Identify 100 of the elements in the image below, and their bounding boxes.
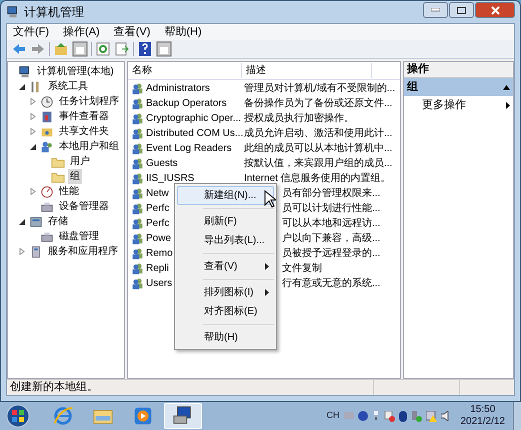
start-button[interactable] <box>6 404 30 428</box>
group-description: 文件复制 <box>282 262 322 276</box>
users-icon <box>131 172 144 185</box>
submenu-arrow-icon <box>506 102 510 108</box>
status-text: 创建新的本地组。 <box>9 380 99 396</box>
group-name[interactable]: Cryptographic Oper... <box>146 111 242 126</box>
tool-icon <box>40 200 54 214</box>
menu-item[interactable]: 查看(V) <box>177 257 274 276</box>
group-name[interactable]: Perfc <box>146 201 170 216</box>
tree-item[interactable]: 性能 <box>57 184 81 199</box>
flag-icon[interactable] <box>384 410 394 422</box>
menu-item[interactable]: 帮助(H) <box>177 328 274 347</box>
refresh-icon[interactable] <box>95 41 111 57</box>
window-icon[interactable] <box>72 41 88 57</box>
tree-item[interactable]: 系统工具 <box>46 79 90 94</box>
collapsed-arrow-icon[interactable] <box>19 248 25 255</box>
tool-icon <box>40 184 54 198</box>
warning-icon[interactable] <box>426 410 436 422</box>
forward-icon[interactable] <box>30 41 46 57</box>
tree-item[interactable]: 任务计划程序 <box>57 94 121 109</box>
users-icon <box>131 187 144 200</box>
group-description: 备份操作员为了备份或还原文件... <box>243 96 392 111</box>
group-name[interactable]: Perfc <box>146 216 170 231</box>
export-icon[interactable] <box>114 41 130 57</box>
group-description: Internet 信息服务使用的内置组。 <box>243 172 391 186</box>
menu-item[interactable]: 帮助(H) <box>164 24 202 40</box>
group-name[interactable]: Powe <box>146 231 172 246</box>
expanded-arrow-icon[interactable] <box>30 143 36 150</box>
group-name[interactable]: Event Log Readers <box>146 141 232 156</box>
group-name[interactable]: Remo <box>146 246 173 261</box>
tree-item[interactable]: 计算机管理(本地) <box>35 64 116 79</box>
minimize-icon <box>431 8 440 12</box>
group-description: 此组的成员可以从本地计算机中... <box>243 142 392 156</box>
tree-item[interactable]: 本地用户和组 <box>57 139 121 154</box>
group-name[interactable]: Guests <box>146 156 178 171</box>
menu-item[interactable]: 操作(A) <box>63 24 100 40</box>
menu-item[interactable]: 刷新(F) <box>177 212 274 231</box>
action-item[interactable]: 更多操作 <box>404 96 513 114</box>
language-indicator[interactable]: CH <box>326 409 340 423</box>
collapsed-arrow-icon[interactable] <box>30 128 36 135</box>
users-icon <box>131 202 144 215</box>
users-icon <box>131 82 144 95</box>
browser-icon <box>52 405 74 427</box>
clock[interactable]: 15:50 2021/2/12 <box>460 404 505 428</box>
users-icon <box>131 232 144 245</box>
tree-item[interactable]: 事件查看器 <box>57 109 111 124</box>
actions-section[interactable]: 组 <box>404 78 513 96</box>
mouse-cursor-icon <box>264 190 276 208</box>
collapsed-arrow-icon[interactable] <box>30 98 36 105</box>
group-description: 成员允许启动、激活和使用此计... <box>243 126 392 141</box>
tool-icon <box>40 230 54 244</box>
menu-item[interactable]: 对齐图标(E) <box>177 302 274 321</box>
group-name[interactable]: IIS_IUSRS <box>146 171 194 186</box>
back-icon[interactable] <box>11 41 27 57</box>
group-name[interactable]: Administrators <box>146 81 210 96</box>
tree-item[interactable]: 存储 <box>46 214 70 229</box>
users-icon <box>131 127 144 140</box>
tree-item[interactable]: 磁盘管理 <box>57 229 101 244</box>
show-desktop-button[interactable] <box>513 402 521 430</box>
window-title: 计算机管理 <box>24 4 84 21</box>
tree-item[interactable]: 共享文件夹 <box>57 124 111 139</box>
minimize-button[interactable] <box>423 2 448 18</box>
menu-item[interactable]: 文件(F) <box>13 24 50 40</box>
collapsed-arrow-icon[interactable] <box>30 188 36 195</box>
group-description: 授权成员执行加密操作。 <box>243 112 354 126</box>
group-name[interactable]: Distributed COM Us... <box>146 126 244 141</box>
tool-icon <box>29 244 43 258</box>
window-icon[interactable] <box>156 41 172 57</box>
group-description: 员被授予远程登录的... <box>282 246 380 261</box>
close-button[interactable] <box>475 2 515 18</box>
column-header[interactable]: 描述 <box>242 63 372 78</box>
group-description: 可以从本地和远程访... <box>282 216 380 231</box>
tree-item[interactable]: 设备管理器 <box>57 199 111 214</box>
expanded-arrow-icon[interactable] <box>19 83 25 90</box>
group-description: 行有意或无意的系统... <box>282 276 380 291</box>
collapsed-arrow-icon[interactable] <box>30 113 36 120</box>
menu-item[interactable]: 导出列表(L)... <box>177 231 274 250</box>
up-folder-icon[interactable] <box>53 41 69 57</box>
group-name[interactable]: Netw <box>146 186 169 201</box>
group-name[interactable]: Users <box>146 276 172 291</box>
menu-item[interactable]: 排列图标(I) <box>177 283 274 302</box>
taskbar-button[interactable] <box>164 403 202 429</box>
tree-item[interactable]: 组 <box>68 169 82 184</box>
menu-item[interactable]: 查看(V) <box>114 24 150 40</box>
media-player-icon <box>132 405 154 427</box>
group-name[interactable]: Repli <box>146 261 169 276</box>
group-description: 员有部分管理权限来... <box>282 186 380 201</box>
close-icon <box>490 6 500 14</box>
expanded-arrow-icon[interactable] <box>19 218 25 225</box>
tree-item[interactable]: 服务和应用程序 <box>46 244 120 259</box>
group-name[interactable]: Backup Operators <box>146 96 227 111</box>
group-description: 员可以计划进行性能... <box>282 202 380 216</box>
tree-item[interactable]: 用户 <box>68 154 92 169</box>
group-description: 管理员对计算机/域有不受限制的... <box>243 82 396 96</box>
menu-item[interactable]: 新建组(N)... <box>177 186 274 205</box>
users-icon <box>131 262 144 275</box>
column-header[interactable]: 名称 <box>128 63 242 78</box>
maximize-button[interactable] <box>449 2 474 18</box>
group-description: 按默认值，来宾跟用户组的成员... <box>243 156 392 171</box>
users-icon <box>131 112 144 125</box>
